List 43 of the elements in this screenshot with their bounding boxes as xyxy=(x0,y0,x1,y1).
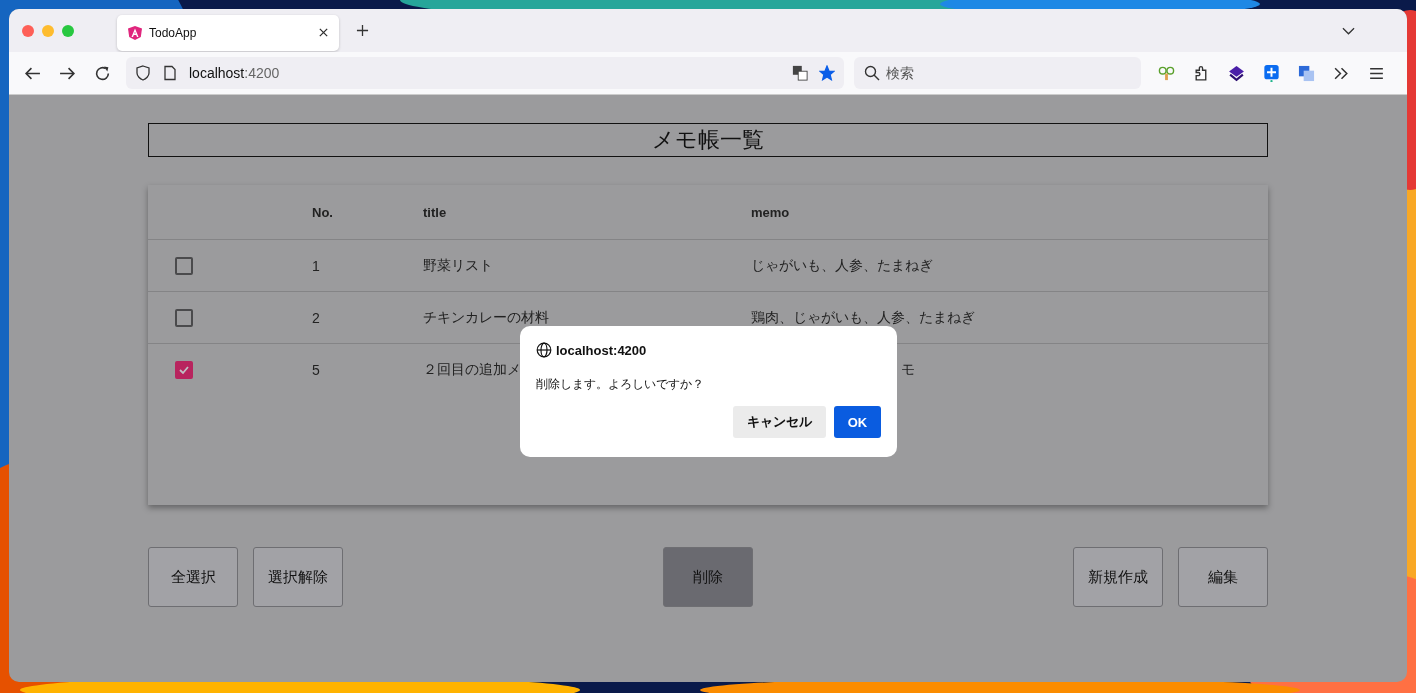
new-tab-icon[interactable] xyxy=(356,24,369,37)
delete-button[interactable]: 削除 xyxy=(663,547,753,607)
chevron-down-icon[interactable] xyxy=(1342,26,1355,35)
checkbox[interactable] xyxy=(175,256,193,275)
translate-icon[interactable] xyxy=(792,65,808,81)
browser-tab[interactable]: TodoApp xyxy=(117,14,339,51)
translate-icon[interactable] xyxy=(1298,64,1315,82)
shield-icon xyxy=(135,65,151,81)
table-cell: 鶏肉、じゃがいも、人参、たまねぎ xyxy=(751,308,975,325)
column-header: memo xyxy=(751,204,791,220)
search-field[interactable]: 検索 xyxy=(854,57,1141,89)
table-cell: じゃがいも、人参、たまねぎ xyxy=(751,256,933,273)
table-cell: 2 xyxy=(312,309,320,326)
close-window-button[interactable] xyxy=(22,24,34,37)
dialog-origin: localhost:4200 xyxy=(556,342,647,358)
globe-icon xyxy=(536,342,552,358)
address-bar[interactable]: localhost:4200 xyxy=(126,57,844,89)
star-icon[interactable] xyxy=(819,65,835,81)
sprout-icon[interactable] xyxy=(1158,64,1175,82)
ok-button[interactable]: OK xyxy=(834,406,881,438)
table-cell: ２回目の追加メ xyxy=(423,361,521,377)
checkbox[interactable] xyxy=(175,361,193,379)
table-cell: 5 xyxy=(312,362,320,378)
cancel-button[interactable]: キャンセル xyxy=(733,406,826,438)
layers-icon[interactable] xyxy=(1228,64,1245,82)
dialog-message: 削除します。よろしいですか？ xyxy=(536,376,705,393)
checkbox[interactable] xyxy=(175,308,193,327)
table-cell: 1 xyxy=(312,257,320,274)
table-cell: 野菜リスト xyxy=(423,256,493,273)
page-icon xyxy=(162,65,178,81)
column-header: title xyxy=(423,204,448,220)
reload-icon[interactable] xyxy=(94,64,111,82)
action-button[interactable]: 新規作成 xyxy=(1073,547,1163,607)
close-icon[interactable] xyxy=(318,27,329,38)
table-cell: チキンカレーの材料 xyxy=(423,308,549,325)
column-header: No. xyxy=(312,204,334,220)
action-button[interactable]: 編集 xyxy=(1178,547,1268,607)
add-icon[interactable] xyxy=(1263,64,1280,82)
angular-logo-icon xyxy=(127,24,143,41)
table-cell: モ xyxy=(901,361,915,377)
page-heading: メモ帳一覧 xyxy=(148,123,1268,157)
action-button[interactable]: 全選択 xyxy=(148,547,238,607)
action-button[interactable]: 選択解除 xyxy=(253,547,343,607)
